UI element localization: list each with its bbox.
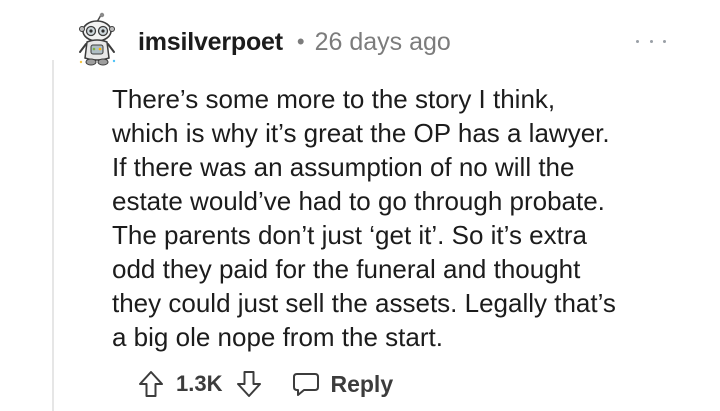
comment-card: imsilverpoet • 26 days ago There’s some … <box>0 0 720 411</box>
username-link[interactable]: imsilverpoet <box>138 28 283 57</box>
speech-bubble-icon <box>293 373 320 396</box>
meta-separator: • <box>296 29 305 54</box>
downvote-button[interactable] <box>236 370 262 398</box>
comment-body-line: There’s some more to the story I think, <box>112 84 556 114</box>
vote-count: 1.3K <box>176 371 223 396</box>
reply-button[interactable]: Reply <box>292 371 393 398</box>
comment-body-line: The parents don’t just ‘get it’. So it’s… <box>112 220 587 250</box>
more-options-icon <box>636 39 639 43</box>
upvote-arrow-icon <box>139 371 163 397</box>
reply-label: Reply <box>330 370 394 397</box>
avatar[interactable] <box>76 12 118 68</box>
timestamp[interactable]: 26 days ago <box>315 28 451 57</box>
comment-body-line: odd they paid for the funeral and though… <box>112 254 581 284</box>
comment-body-line: which is why it’s great the OP has a law… <box>112 118 610 148</box>
upvote-button[interactable] <box>138 370 164 398</box>
comment-body: There’s some more to the story I think, … <box>112 82 687 354</box>
comment-body-line: estate would’ve had to go through probat… <box>112 186 605 216</box>
thread-line[interactable] <box>52 60 54 411</box>
comment-body-line: they could just sell the assets. Legally… <box>112 288 616 318</box>
comment-body-line: a big ole nope from the start. <box>112 322 443 352</box>
comment-actions: 1.3K Reply <box>138 366 393 402</box>
comment-body-line: If there was an assumption of no will th… <box>112 152 575 182</box>
more-options-button[interactable] <box>636 34 666 48</box>
comment-header: imsilverpoet • 26 days ago <box>138 24 451 60</box>
downvote-arrow-icon <box>237 371 262 397</box>
snoo-avatar-icon <box>79 12 116 66</box>
